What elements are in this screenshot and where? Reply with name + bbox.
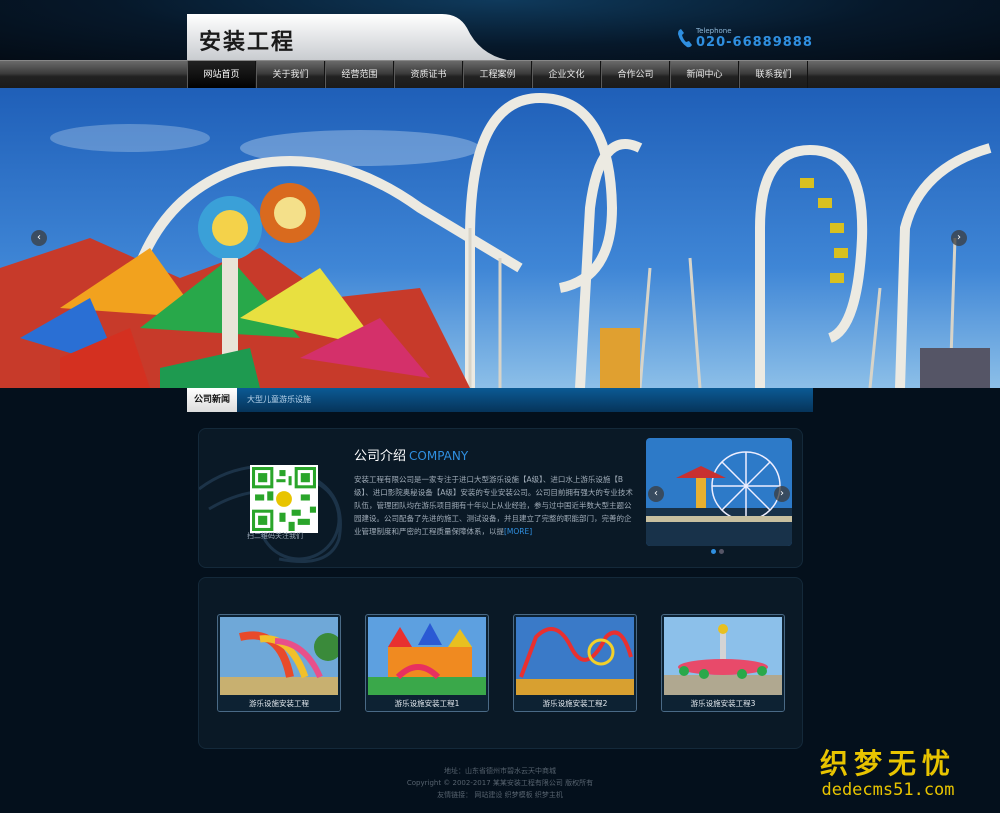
watermark-cn: 织梦无忧 [820,747,957,780]
main-nav: 网站首页 关于我们 经营范围 资质证书 工程案例 企业文化 合作公司 新闻中心 联系我们 [0,60,1000,89]
qr-caption: 扫二维码关注我们 [247,532,303,540]
footer-links-label: 友情链接： [437,791,473,799]
product-caption: 游乐设施安装工程1 [366,696,488,711]
product-caption: 游乐设施安装工程2 [514,696,636,711]
slider-dot[interactable] [719,549,724,554]
news-tab[interactable]: 公司新闻 [187,388,237,412]
nav-item[interactable]: 合作公司 [601,61,670,89]
phone-icon [678,29,692,48]
nav-item[interactable]: 经营范围 [325,61,394,89]
qr-code [250,465,318,533]
product-card[interactable]: 游乐设施安装工程2 [513,614,637,712]
news-headline[interactable]: 大型儿童游乐设施 [247,388,311,412]
products-section: 游乐设施安装工程 游乐设施安装工程1 游乐设施安装工程2 游乐设施安装工程3 [198,577,803,749]
product-card[interactable]: 游乐设施安装工程 [217,614,341,712]
footer-link[interactable]: 织梦模板 [505,791,533,799]
footer-address-label: 地址： [444,767,465,775]
product-image [516,617,634,695]
logo[interactable]: 安装工程 [187,14,507,61]
product-caption: 游乐设施安装工程3 [662,696,784,711]
about-title-cn: 公司介绍 [354,449,407,464]
nav-items: 网站首页 关于我们 经营范围 资质证书 工程案例 企业文化 合作公司 新闻中心 联系我们 [187,61,808,89]
nav-item[interactable]: 关于我们 [256,61,325,89]
about-section: 扫二维码关注我们 公司介绍 COMPANY 安装工程有限公司是一家专注于进口大型游… [198,428,803,568]
slider-dot[interactable] [711,549,716,554]
qr-code-icon [252,467,316,531]
about-photo [646,438,792,546]
nav-item[interactable]: 新闻中心 [670,61,739,89]
hero-banner: ‹ › [0,88,1000,388]
watermark: 织梦无忧 dedecms51.com [820,742,956,800]
banner-next-button[interactable]: › [951,230,967,246]
watermark-en: dedecms51.com [821,780,955,800]
about-title: 公司介绍 COMPANY [354,445,468,464]
product-image [220,617,338,695]
nav-item[interactable]: 联系我们 [739,61,808,89]
footer-address: 山东省德州市碧水云天中商城 [465,767,556,775]
telephone-number: 020-66889888 [696,35,813,50]
about-next-button[interactable]: › [774,486,790,502]
about-body: 安装工程有限公司是一家专注于进口大型游乐设施【A级】、进口水上游乐设施【B级】、… [354,473,634,538]
footer-link[interactable]: 织梦主机 [535,791,563,799]
banner-image [0,88,1000,388]
footer-link[interactable]: 网站建设 [474,791,502,799]
telephone-label: Telephone [696,27,732,35]
banner-prev-button[interactable]: ‹ [31,230,47,246]
header: 安装工程 Telephone 020-66889888 [0,0,1000,60]
about-prev-button[interactable]: ‹ [648,486,664,502]
about-photo-slider: ‹ › [646,438,792,546]
slider-dots [711,549,724,554]
nav-item[interactable]: 资质证书 [394,61,463,89]
product-image [664,617,782,695]
nav-item[interactable]: 网站首页 [187,61,256,89]
product-image [368,617,486,695]
product-card[interactable]: 游乐设施安装工程1 [365,614,489,712]
about-more-link[interactable]: [MORE] [504,527,532,536]
product-caption: 游乐设施安装工程 [218,696,340,711]
logo-text: 安装工程 [199,30,296,55]
nav-item[interactable]: 企业文化 [532,61,601,89]
about-text: 安装工程有限公司是一家专注于进口大型游乐设施【A级】、进口水上游乐设施【B级】、… [354,475,633,536]
news-bar: 公司新闻 大型儿童游乐设施 [187,388,813,412]
product-card[interactable]: 游乐设施安装工程3 [661,614,785,712]
about-title-en: COMPANY [409,449,469,463]
nav-item[interactable]: 工程案例 [463,61,532,89]
